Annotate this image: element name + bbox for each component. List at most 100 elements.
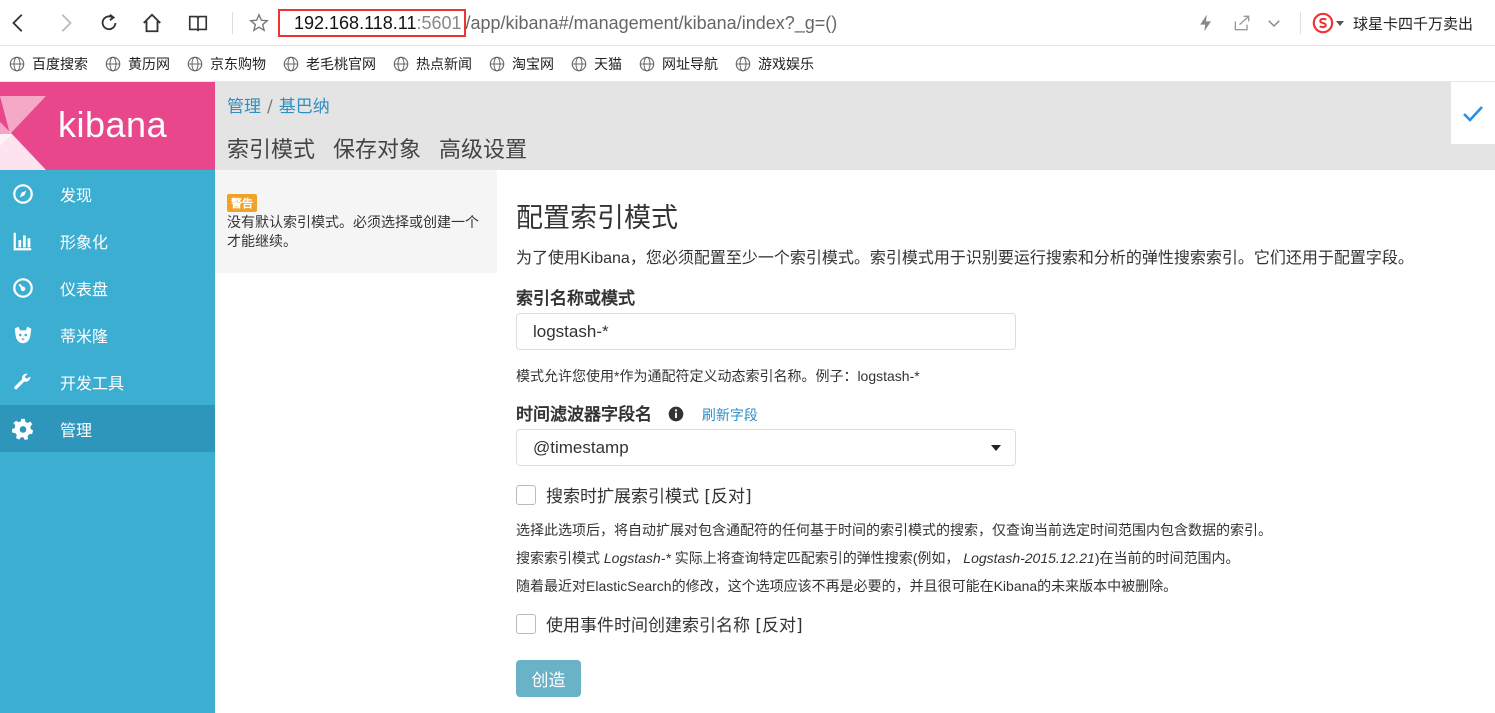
lightning-button[interactable]: [1196, 8, 1216, 38]
sidebar-item-label: 形象化: [60, 232, 109, 252]
warning-panel: 警告 没有默认索引模式。必须选择或创建一个才能继续。: [215, 170, 497, 273]
event-time-checkbox[interactable]: [516, 613, 536, 634]
bookmark-item[interactable]: 京东购物: [186, 54, 266, 74]
bookmark-item[interactable]: 黄历网: [104, 54, 170, 74]
breadcrumb-management-link[interactable]: 管理: [227, 97, 261, 117]
url-port: :5601: [416, 13, 462, 33]
expand-help-line-3: 随着最近对ElasticSearch的修改，这个选项应该不再是必要的，并且很可能…: [516, 578, 1178, 594]
bookmark-label: 天猫: [594, 56, 622, 73]
breadcrumb-kibana-link[interactable]: 基巴纳: [279, 97, 330, 117]
globe-icon: [283, 56, 299, 71]
browser-toolbar: 192.168.118.11:5601/app/kibana#/manageme…: [0, 0, 1495, 46]
sidebar-item-management[interactable]: 管理: [0, 405, 215, 452]
globe-icon: [187, 56, 203, 71]
reload-button[interactable]: [94, 8, 124, 38]
bookmark-item[interactable]: 天猫: [570, 54, 622, 74]
bookmark-label: 热点新闻: [416, 56, 472, 73]
sogou-label: 球星卡四千万卖出: [1353, 15, 1474, 33]
bookmark-item[interactable]: 百度搜索: [8, 54, 88, 74]
sidebar-item-devtools[interactable]: 开发工具: [0, 358, 215, 405]
event-time-label: 使用事件时间创建索引名称 [反对]: [546, 616, 803, 636]
lightning-icon: [1200, 14, 1211, 32]
menu-dropdown-button[interactable]: [1265, 8, 1283, 38]
expand-help-example-index: Logstash-2015.12.21: [963, 550, 1095, 566]
sidebar-item-timelion[interactable]: 蒂米隆: [0, 311, 215, 358]
index-name-input[interactable]: [516, 313, 1016, 350]
sidebar-item-discover[interactable]: 发现: [0, 170, 215, 217]
bookmark-label: 网址导航: [662, 56, 718, 73]
globe-icon: [393, 56, 409, 71]
forward-arrow-icon: [61, 14, 72, 32]
globe-icon: [735, 56, 751, 71]
sogou-hot-text[interactable]: 球星卡四千万卖出: [1353, 8, 1473, 38]
home-button[interactable]: [137, 8, 167, 38]
bookmark-label: 老毛桃官网: [306, 56, 376, 73]
confirm-button[interactable]: [1451, 82, 1495, 144]
bookmark-item[interactable]: 热点新闻: [392, 54, 472, 74]
toolbar-separator-2: [1300, 12, 1301, 34]
expand-index-label: 搜索时扩展索引模式 [反对]: [546, 487, 752, 507]
expand-index-checkbox[interactable]: [516, 484, 536, 505]
sidebar-item-dashboard[interactable]: 仪表盘: [0, 264, 215, 311]
breadcrumb-separator: /: [267, 97, 273, 117]
bookmark-item[interactable]: 老毛桃官网: [282, 54, 376, 74]
check-icon: [1463, 106, 1483, 122]
share-button[interactable]: [1232, 8, 1252, 38]
time-field-select[interactable]: @timestamp: [516, 429, 1016, 466]
bookmark-label: 淘宝网: [512, 56, 554, 73]
expand-help-text: 搜索索引模式: [516, 550, 604, 566]
address-bar[interactable]: 192.168.118.11:5601/app/kibana#/manageme…: [278, 9, 1178, 37]
expand-help-example-pattern: Logstash-*: [603, 550, 671, 566]
bookmark-item[interactable]: 网址导航: [638, 54, 718, 74]
reader-button[interactable]: [183, 8, 213, 38]
tab-advanced-settings[interactable]: 高级设置: [439, 132, 527, 164]
star-icon: [249, 13, 269, 32]
index-name-help: 模式允许您使用*作为通配符定义动态索引名称。例子：logstash-*: [516, 368, 920, 384]
kibana-sidebar: kibana 发现 形象化 仪表盘 蒂米隆 开发工具 管理: [0, 82, 215, 713]
page-description: 为了使用Kibana，您必须配置至少一个索引模式。索引模式用于识别要运行搜索和分…: [516, 250, 1414, 267]
back-button[interactable]: [4, 8, 34, 38]
bookmark-item[interactable]: 游戏娱乐: [734, 54, 814, 74]
create-button[interactable]: 创造: [516, 660, 581, 697]
bookmark-label: 百度搜索: [32, 56, 88, 73]
bookmark-label: 黄历网: [128, 56, 170, 73]
expand-help-line-2: 搜索索引模式 Logstash-* 实际上将查询特定匹配索引的弹性搜索(例如， …: [516, 548, 1240, 568]
kibana-logo[interactable]: kibana: [0, 82, 215, 170]
time-field-label: 时间滤波器字段名: [516, 405, 652, 425]
url-host: 192.168.118.11: [294, 13, 417, 33]
sidebar-item-label: 管理: [60, 420, 93, 440]
time-field-label-row: 时间滤波器字段名 刷新字段: [516, 400, 758, 425]
tab-saved-objects[interactable]: 保存对象: [333, 132, 421, 164]
bookmark-label: 京东购物: [210, 56, 266, 73]
sogou-search-button[interactable]: [1312, 8, 1346, 38]
timelion-icon: [11, 323, 35, 347]
expand-help-line-1: 选择此选项后，将自动扩展对包含通配符的任何基于时间的索引模式的搜索，仅查询当前选…: [516, 522, 1272, 538]
kibana-logo-icon: [0, 96, 46, 170]
expand-index-option: 搜索时扩展索引模式 [反对]: [516, 482, 752, 507]
event-time-option: 使用事件时间创建索引名称 [反对]: [516, 611, 803, 636]
sidebar-item-visualize[interactable]: 形象化: [0, 217, 215, 264]
tab-index-patterns[interactable]: 索引模式: [227, 132, 315, 164]
management-tabs: 索引模式 保存对象 高级设置: [227, 132, 545, 164]
sidebar-item-label: 开发工具: [60, 373, 125, 393]
sogou-logo-icon: [1312, 12, 1334, 34]
back-arrow-icon: [12, 14, 23, 32]
dashboard-icon: [11, 276, 35, 300]
info-icon[interactable]: [668, 406, 684, 422]
forward-button[interactable]: [50, 8, 80, 38]
sidebar-item-label: 蒂米隆: [60, 326, 109, 346]
bookmarks-bar: 百度搜索 黄历网 京东购物 老毛桃官网 热点新闻 淘宝网 天猫 网址导航 游戏娱…: [0, 46, 1495, 82]
refresh-fields-link[interactable]: 刷新字段: [702, 408, 758, 424]
sidebar-item-label: 发现: [60, 185, 93, 205]
globe-icon: [489, 56, 505, 71]
globe-icon: [639, 56, 655, 71]
index-name-label: 索引名称或模式: [516, 289, 635, 309]
compass-icon: [11, 182, 35, 206]
bookmark-item[interactable]: 淘宝网: [488, 54, 554, 74]
bar-chart-icon: [11, 229, 35, 253]
warning-badge: 警告: [227, 194, 257, 212]
reload-icon: [101, 14, 117, 31]
favorite-button[interactable]: [244, 8, 274, 38]
time-field-selected-value: @timestamp: [533, 437, 629, 457]
logo-text: kibana: [58, 104, 168, 145]
